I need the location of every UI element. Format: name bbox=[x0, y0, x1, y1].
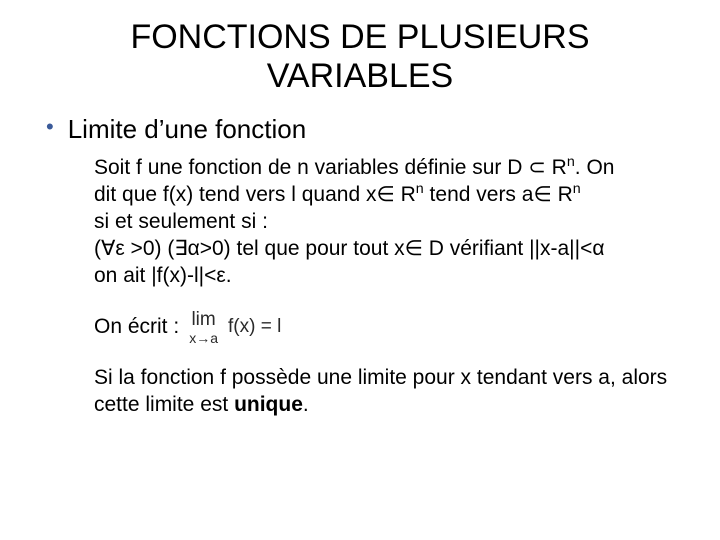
def-line4: (∀ε >0) (∃α>0) tel que pour tout x∈ D vé… bbox=[94, 237, 605, 260]
definition-paragraph: Soit f une fonction de n variables défin… bbox=[94, 155, 680, 289]
limit-symbol: lim x→a bbox=[189, 310, 218, 345]
def-line1a: Soit f une fonction de n variables défin… bbox=[94, 156, 567, 179]
unique-a: Si la fonction f possède une limite pour… bbox=[94, 366, 667, 416]
def-line2-sup2: n bbox=[573, 181, 581, 197]
def-line1b: . On bbox=[575, 156, 615, 179]
def-line2b: tend vers a∈ R bbox=[424, 183, 573, 206]
limit-bottom: x→a bbox=[189, 331, 218, 345]
limit-expression: f(x) = l bbox=[228, 315, 281, 339]
limit-top: lim bbox=[191, 310, 215, 329]
bullet-limit: • Limite d’une fonction bbox=[46, 114, 680, 145]
def-line3: si et seulement si : bbox=[94, 210, 268, 233]
slide-title: FONCTIONS DE PLUSIEURS VARIABLES bbox=[40, 18, 680, 96]
unique-b: unique bbox=[234, 393, 303, 416]
def-line2a: dit que f(x) tend vers l quand x∈ R bbox=[94, 183, 416, 206]
def-line5: on ait |f(x)-l|<ε. bbox=[94, 264, 232, 287]
uniqueness-paragraph: Si la fonction f possède une limite pour… bbox=[94, 365, 680, 419]
unique-c: . bbox=[303, 393, 309, 416]
write-label: On écrit : bbox=[94, 314, 179, 341]
def-line2-sup: n bbox=[416, 181, 424, 197]
bullet-label: Limite d’une fonction bbox=[68, 114, 306, 145]
bullet-dot-icon: • bbox=[46, 114, 54, 140]
def-line1-sup: n bbox=[567, 154, 575, 170]
limit-line: On écrit : lim x→a f(x) = l bbox=[94, 310, 680, 345]
